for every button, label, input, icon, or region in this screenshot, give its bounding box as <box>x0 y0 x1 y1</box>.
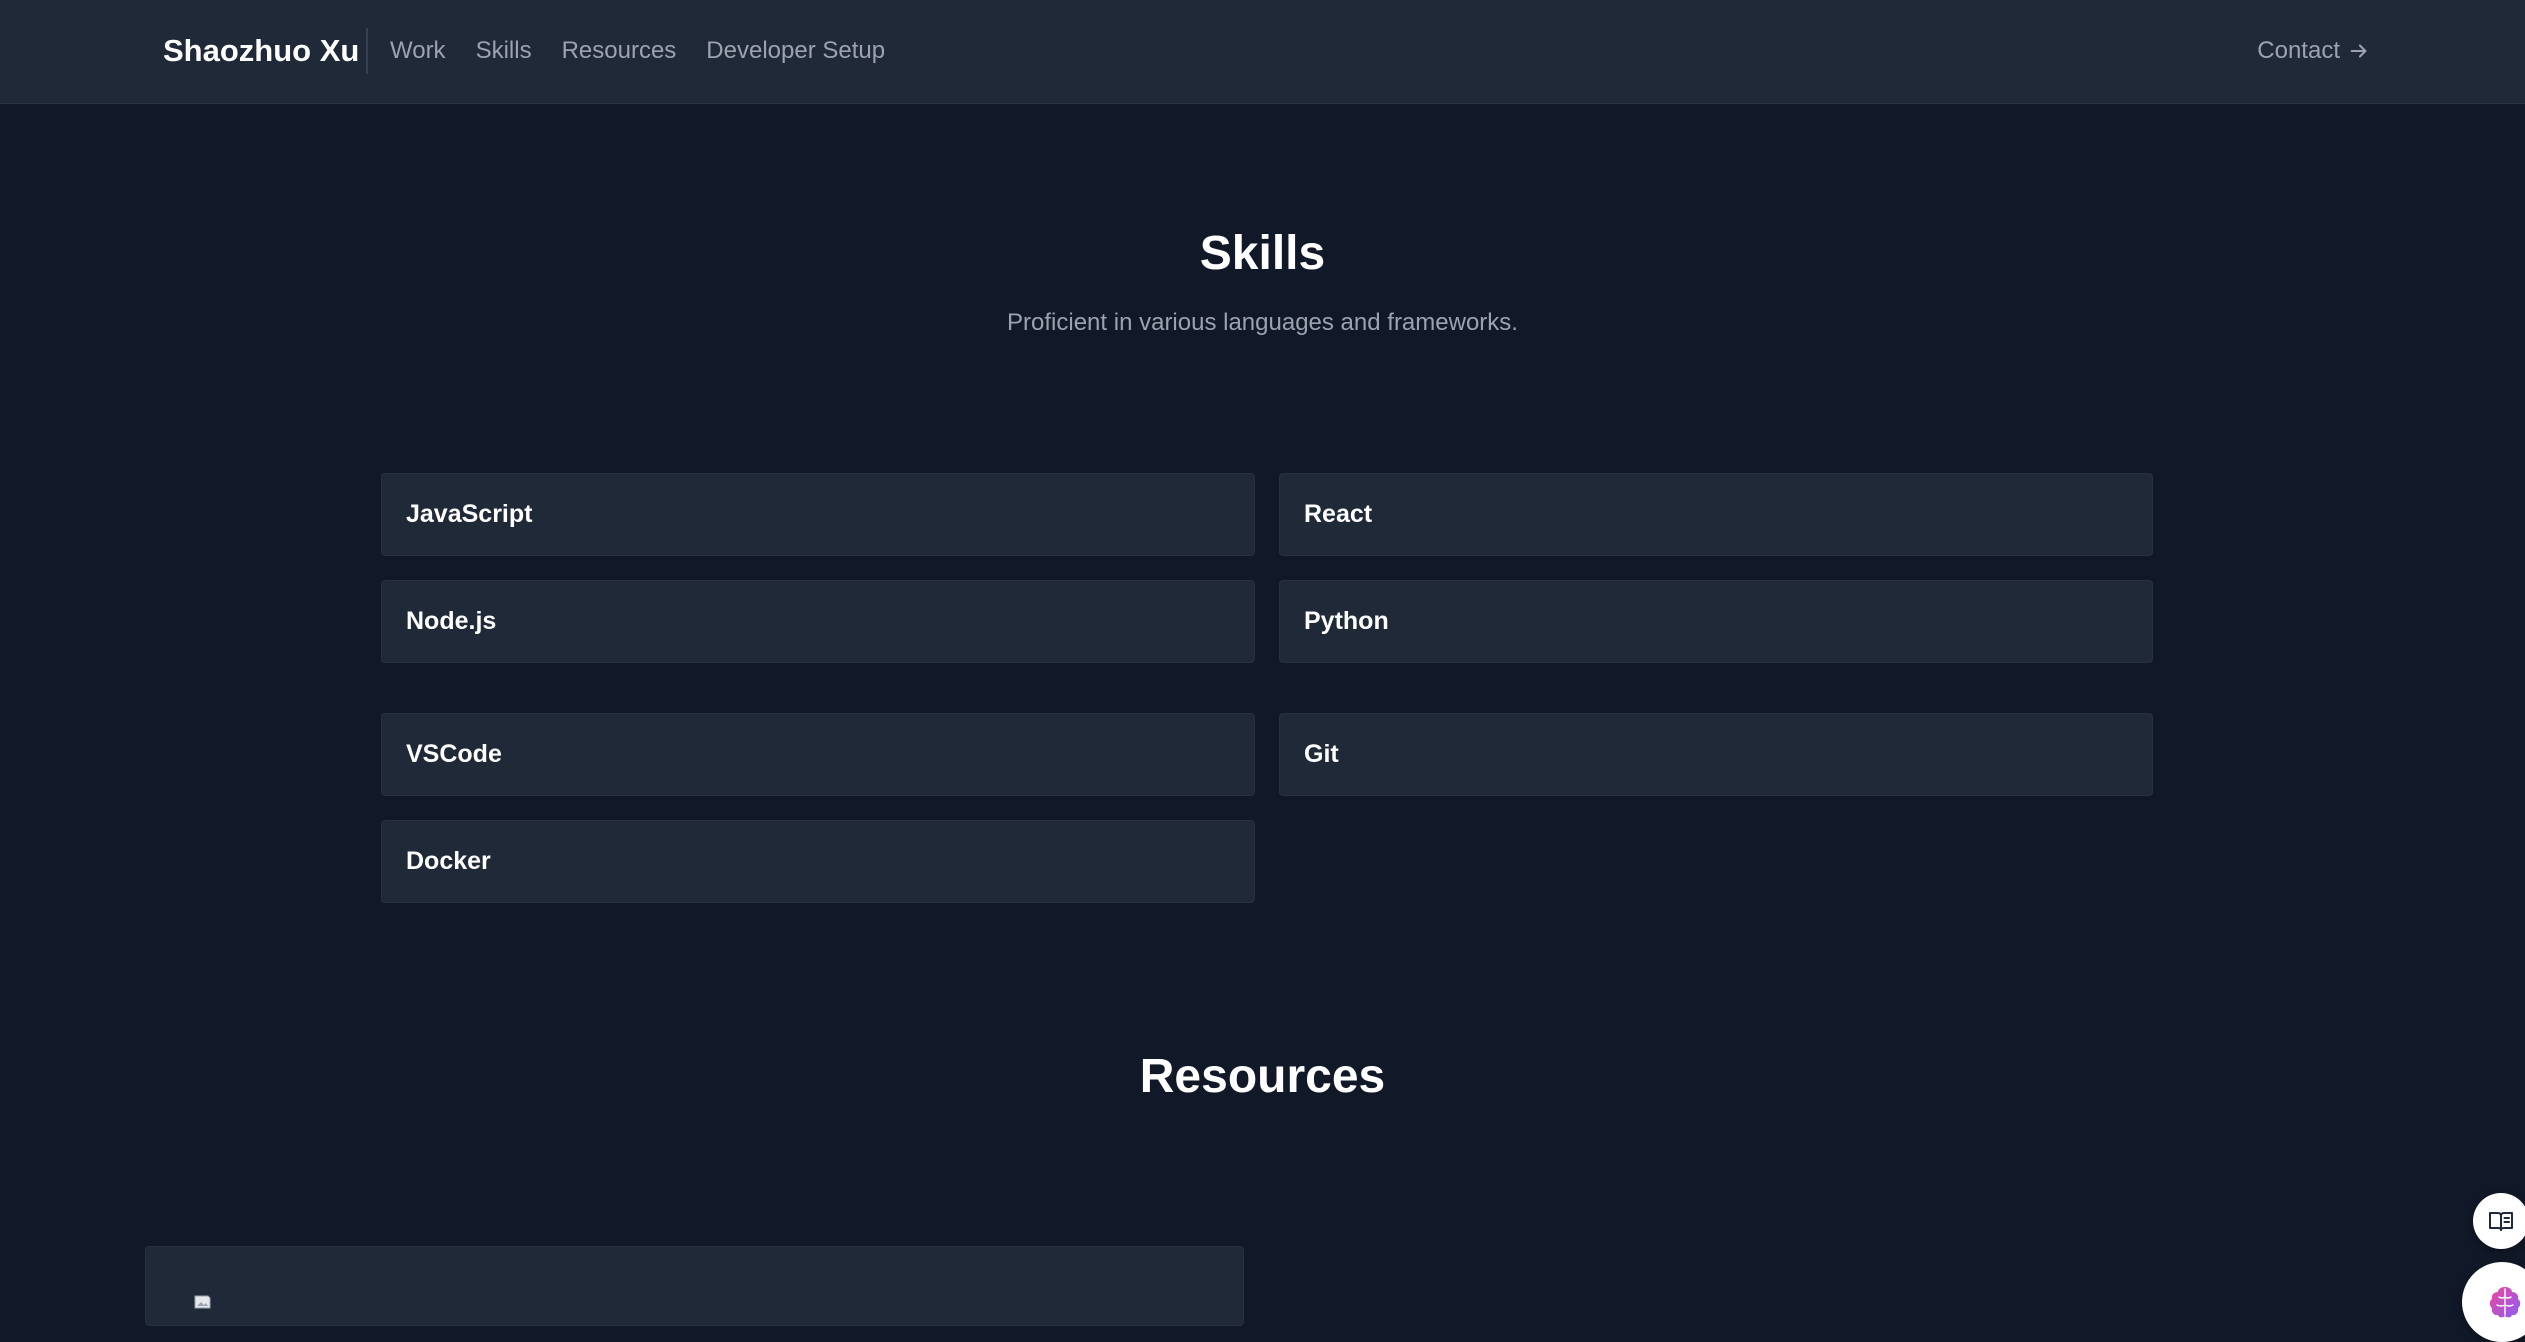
skill-card-docker: Docker <box>381 820 1255 903</box>
brain-icon <box>2489 1287 2521 1318</box>
nav-link-developer-setup[interactable]: Developer Setup <box>706 31 885 71</box>
brand-logo-link[interactable]: Shaozhuo Xu <box>163 31 359 71</box>
contact-label: Contact <box>2257 37 2340 64</box>
nav-link-skills[interactable]: Skills <box>476 31 532 71</box>
skill-card-nodejs: Node.js <box>381 580 1255 663</box>
reader-widget-button[interactable] <box>2473 1193 2525 1249</box>
skill-card-python: Python <box>1279 580 2153 663</box>
skill-card-git: Git <box>1279 713 2153 796</box>
nav-links: Work Skills Resources Developer Setup <box>390 31 885 71</box>
ai-assistant-button[interactable] <box>2462 1262 2525 1342</box>
nav-divider <box>366 28 368 74</box>
skills-title: Skills <box>1199 227 1326 280</box>
book-open-icon <box>2489 1212 2513 1231</box>
resource-card[interactable] <box>145 1246 1244 1326</box>
arrow-right-icon <box>2350 44 2367 58</box>
top-navbar: Shaozhuo Xu Work Skills Resources Develo… <box>0 0 2525 104</box>
resources-title: Resources <box>1139 1050 1386 1103</box>
nav-link-resources[interactable]: Resources <box>562 31 677 71</box>
skill-card-vscode: VSCode <box>381 713 1255 796</box>
skill-card-javascript: JavaScript <box>381 473 1255 556</box>
languages-grid: JavaScript React Node.js Python <box>381 473 2153 663</box>
skills-subtitle: Proficient in various languages and fram… <box>1007 309 1518 336</box>
contact-link[interactable]: Contact <box>2257 31 2370 71</box>
tools-grid: VSCode Git Docker <box>381 713 2153 903</box>
skill-card-react: React <box>1279 473 2153 556</box>
nav-link-work[interactable]: Work <box>390 31 446 71</box>
